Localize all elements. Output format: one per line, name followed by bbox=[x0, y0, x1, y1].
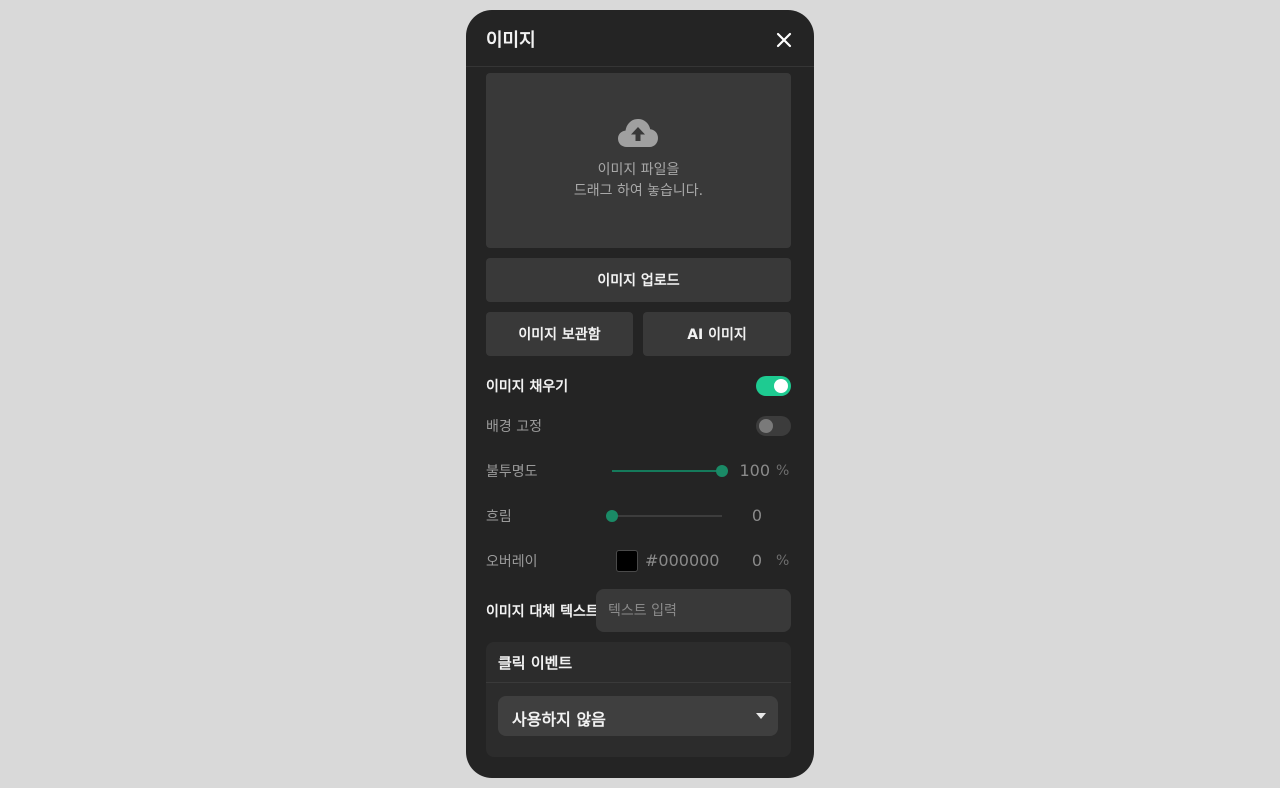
slider-thumb[interactable] bbox=[606, 510, 618, 522]
alt-text-label: 이미지 대체 텍스트 bbox=[486, 604, 599, 620]
dropzone-text-line2: 드래그 하여 놓습니다. bbox=[573, 183, 704, 199]
slider-fill bbox=[612, 470, 722, 472]
blur-value[interactable]: 0 bbox=[722, 506, 762, 525]
fixed-background-label: 배경 고정 bbox=[486, 419, 542, 435]
opacity-unit: % bbox=[776, 463, 790, 479]
overlay-hex[interactable]: #000000 bbox=[645, 551, 719, 570]
image-upload-button[interactable]: 이미지 업로드 bbox=[486, 258, 791, 302]
image-dropzone[interactable]: 이미지 파일을 드래그 하여 놓습니다. bbox=[486, 73, 791, 248]
opacity-slider[interactable] bbox=[612, 464, 728, 478]
overlay-color-swatch[interactable] bbox=[616, 550, 638, 572]
alt-text-input[interactable] bbox=[596, 589, 791, 632]
image-fill-label: 이미지 채우기 bbox=[486, 379, 569, 395]
divider bbox=[486, 682, 791, 683]
fixed-background-toggle[interactable] bbox=[756, 416, 791, 436]
opacity-value[interactable]: 100 bbox=[730, 461, 770, 480]
overlay-value[interactable]: 0 bbox=[722, 551, 762, 570]
close-button[interactable] bbox=[772, 28, 796, 52]
blur-label: 흐림 bbox=[486, 509, 512, 525]
ai-image-button[interactable]: AI 이미지 bbox=[643, 312, 791, 356]
panel-header: 이미지 bbox=[466, 10, 814, 67]
dropzone-text-line1: 이미지 파일을 bbox=[597, 162, 680, 178]
click-event-title: 클릭 이벤트 bbox=[498, 654, 573, 672]
slider-thumb[interactable] bbox=[716, 465, 728, 477]
click-event-select[interactable]: 사용하지 않음 bbox=[498, 696, 778, 736]
close-icon bbox=[776, 32, 792, 48]
image-settings-panel: 이미지 이미지 파일을 드래그 하여 놓습니다. 이미지 업로드 이미지 보관함… bbox=[466, 10, 814, 778]
slider-track bbox=[612, 515, 722, 517]
blur-slider[interactable] bbox=[606, 509, 722, 523]
image-library-button[interactable]: 이미지 보관함 bbox=[486, 312, 633, 356]
panel-title: 이미지 bbox=[486, 30, 536, 51]
cloud-upload-icon bbox=[618, 119, 658, 147]
overlay-unit: % bbox=[776, 553, 790, 569]
click-event-selected: 사용하지 않음 bbox=[512, 710, 606, 729]
overlay-label: 오버레이 bbox=[486, 554, 538, 570]
caret-down-icon bbox=[756, 713, 766, 719]
toggle-knob bbox=[759, 419, 773, 433]
toggle-knob bbox=[774, 379, 788, 393]
click-event-section: 클릭 이벤트 사용하지 않음 bbox=[486, 642, 791, 757]
opacity-label: 불투명도 bbox=[486, 464, 538, 480]
image-fill-toggle[interactable] bbox=[756, 376, 791, 396]
